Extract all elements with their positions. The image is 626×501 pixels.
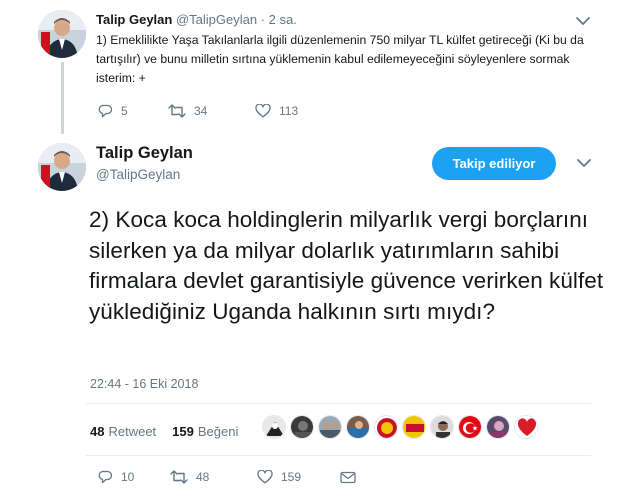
liker-avatar[interactable] — [430, 415, 454, 439]
reply-button[interactable]: 5 — [98, 104, 168, 118]
tweet-header: Talip Geylan @TalipGeylan · 2 sa. — [96, 12, 297, 27]
liker-avatar[interactable] — [458, 415, 482, 439]
more-options-icon[interactable] — [576, 157, 592, 169]
author-avatar[interactable] — [38, 10, 86, 58]
retweet-button[interactable]: 34 — [168, 104, 255, 118]
thread-connector — [61, 62, 64, 134]
tweet-actions: 5 34 113 — [98, 104, 298, 118]
like-count: 113 — [279, 104, 299, 118]
retweets-stat[interactable]: 48 Retweet — [90, 424, 156, 439]
following-button[interactable]: Takip ediliyor — [432, 147, 556, 180]
liker-avatar[interactable] — [318, 415, 342, 439]
envelope-icon — [340, 471, 356, 483]
author-name[interactable]: Talip Geylan — [96, 144, 193, 163]
reply-icon — [98, 470, 113, 484]
retweets-number: 48 — [90, 424, 105, 439]
reply-button[interactable]: 10 — [98, 470, 170, 484]
retweet-count: 34 — [194, 104, 208, 118]
liker-avatar[interactable] — [514, 415, 538, 439]
like-button[interactable]: 113 — [255, 104, 298, 118]
divider — [86, 455, 591, 456]
reply-count: 5 — [121, 104, 128, 118]
author-handle[interactable]: @TalipGeylan — [96, 167, 180, 182]
tweet-text: 2) Koca koca holdinglerin milyarlık verg… — [89, 207, 604, 324]
retweets-label: Retweet — [108, 424, 157, 439]
liker-avatar[interactable] — [262, 415, 286, 439]
likes-label: Beğeni — [197, 424, 239, 439]
reply-icon — [98, 104, 113, 118]
reply-count: 10 — [121, 470, 135, 484]
retweet-icon — [168, 104, 186, 118]
liker-avatar[interactable] — [486, 415, 510, 439]
tweet-actions: 10 48 159 — [98, 470, 356, 484]
like-button[interactable]: 159 — [257, 470, 340, 484]
liker-avatar[interactable] — [290, 415, 314, 439]
tweet-timestamp[interactable]: 22:44 - 16 Eki 2018 — [90, 377, 198, 391]
more-options-icon[interactable] — [575, 15, 591, 27]
like-count: 159 — [281, 470, 302, 484]
heart-icon — [255, 104, 271, 118]
retweet-button[interactable]: 48 — [170, 470, 257, 484]
direct-message-button[interactable] — [340, 471, 356, 484]
engagement-stats: 48 Retweet 159 Beğeni — [90, 424, 238, 439]
retweet-count: 48 — [196, 470, 210, 484]
tweet-text: 1) Emeklilikte Yaşa Takılanlarla ilgili … — [96, 33, 584, 85]
divider — [86, 403, 591, 404]
author-avatar[interactable] — [38, 143, 86, 191]
likes-number: 159 — [172, 424, 194, 439]
tweet-time[interactable]: · 2 sa. — [261, 12, 297, 27]
retweet-icon — [170, 470, 188, 484]
likers-avatar-row — [262, 415, 542, 439]
author-handle[interactable]: @TalipGeylan — [176, 12, 257, 27]
liker-avatar[interactable] — [346, 415, 370, 439]
liker-avatar[interactable] — [374, 415, 398, 439]
author-name[interactable]: Talip Geylan — [96, 12, 172, 27]
heart-icon — [257, 470, 273, 484]
liker-avatar[interactable] — [402, 415, 426, 439]
likes-stat[interactable]: 159 Beğeni — [172, 424, 238, 439]
